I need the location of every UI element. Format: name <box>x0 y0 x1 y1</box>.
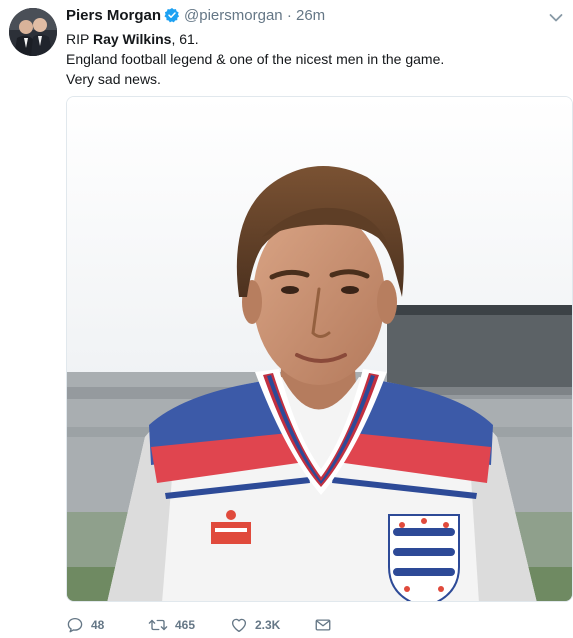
timestamp[interactable]: 26m <box>296 7 325 24</box>
tweet-header: Piers Morgan @piersmorgan · 26m <box>66 7 325 28</box>
heart-icon <box>231 618 247 633</box>
text-prefix: RIP <box>66 31 93 47</box>
retweet-count: 465 <box>175 618 196 632</box>
tweet-actions: 48 465 2.3K <box>66 615 339 635</box>
reply-icon <box>67 617 83 633</box>
reply-button[interactable]: 48 <box>66 616 148 634</box>
tweet-line-3: Very sad news. <box>66 71 161 87</box>
text-suffix: , 61. <box>171 31 199 47</box>
like-button[interactable]: 2.3K <box>230 616 314 634</box>
retweet-icon <box>148 619 168 631</box>
avatar-image <box>9 8 57 56</box>
direct-message-button[interactable] <box>314 616 339 634</box>
tweet-text: RIP Ray Wilkins, 61. England football le… <box>66 29 556 89</box>
author-name[interactable]: Piers Morgan <box>66 7 161 24</box>
retweet-button[interactable]: 465 <box>148 616 230 634</box>
separator: · <box>286 7 292 24</box>
avatar[interactable] <box>9 8 57 56</box>
tweet-line-1: RIP Ray Wilkins, 61. <box>66 29 556 49</box>
chevron-down-icon[interactable] <box>549 10 563 22</box>
verified-badge-icon <box>164 7 180 28</box>
tweet-line-2: England football legend & one of the nic… <box>66 51 445 67</box>
reply-count: 48 <box>91 618 105 632</box>
like-count: 2.3K <box>255 618 281 632</box>
tweet-photo[interactable] <box>66 96 573 602</box>
envelope-icon <box>315 619 331 631</box>
author-handle[interactable]: @piersmorgan <box>184 7 283 24</box>
mention-name: Ray Wilkins <box>92 31 172 47</box>
player-portrait-image <box>67 97 572 601</box>
